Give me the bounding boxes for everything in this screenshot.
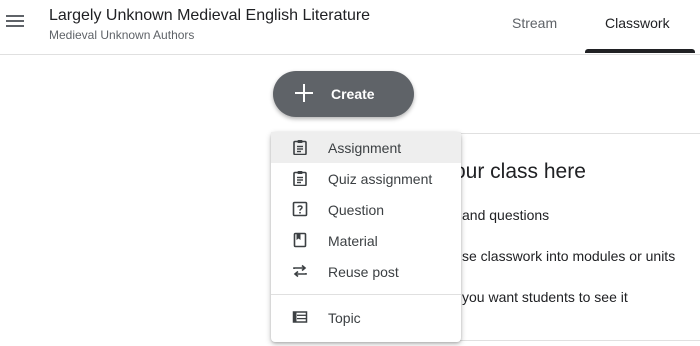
quiz-assignment-icon [293,171,307,186]
menu-item-label: Quiz assignment [328,171,433,187]
tab-stream[interactable]: Stream [512,15,557,31]
app-header: Largely Unknown Medieval English Literat… [0,0,700,55]
menu-item-topic[interactable]: Topic [271,302,461,333]
class-title[interactable]: Largely Unknown Medieval English Literat… [49,7,370,25]
menu-item-label: Material [328,233,378,249]
hamburger-menu-icon[interactable] [4,10,26,32]
active-tab-indicator [585,49,695,53]
menu-item-label: Question [328,202,385,218]
menu-divider [271,294,461,295]
material-icon [293,232,307,248]
class-subtitle: Medieval Unknown Authors [49,28,195,42]
empty-state-heading: our class here [454,160,586,183]
menu-item-label: Assignment [328,140,402,156]
menu-item-material[interactable]: Material [271,225,461,256]
menu-item-quiz-assignment[interactable]: Quiz assignment [271,163,461,194]
classwork-empty-state-card: our class here and questions se classwor… [440,133,700,341]
empty-state-line: and questions [462,207,550,223]
menu-item-assignment[interactable]: Assignment [271,132,461,163]
menu-item-reuse-post[interactable]: Reuse post [271,256,461,287]
create-button-label: Create [331,86,375,102]
question-icon [292,201,308,217]
plus-icon [295,84,313,102]
create-menu: Assignment Quiz assignment Question Mate… [271,132,461,342]
assignment-icon [293,140,307,155]
menu-item-label: Reuse post [328,264,399,280]
reuse-post-icon [293,264,307,278]
menu-item-question[interactable]: Question [271,194,461,225]
tab-classwork[interactable]: Classwork [605,15,670,31]
menu-item-label: Topic [328,310,361,326]
create-button[interactable]: Create [273,71,414,117]
empty-state-line: se classwork into modules or units [462,248,676,264]
empty-state-line: you want students to see it [462,289,628,305]
topic-icon [292,311,308,323]
